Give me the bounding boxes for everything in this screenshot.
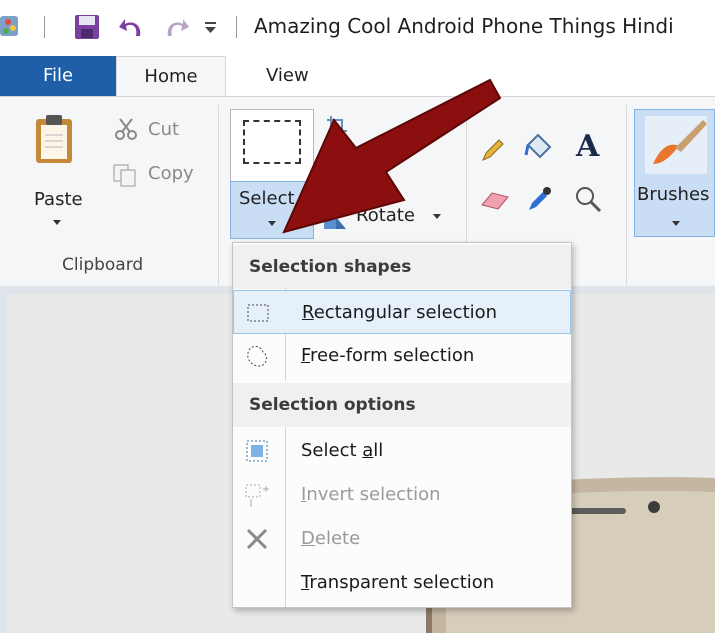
selection-options-header: Selection options (233, 383, 571, 427)
paint-app-icon[interactable] (0, 12, 24, 40)
cut-button[interactable]: Cut (148, 119, 179, 140)
paste-dropdown-icon[interactable] (52, 219, 62, 227)
save-icon[interactable] (74, 14, 100, 40)
menu-item-rectangular-selection[interactable]: Rectangular selection (233, 290, 571, 334)
fill-bucket-icon[interactable] (522, 133, 552, 163)
tab-file[interactable]: File (0, 56, 116, 96)
cut-icon[interactable] (114, 117, 138, 141)
group-separator (218, 105, 219, 285)
freeform-selection-label: Free-form selection (301, 345, 475, 366)
brushes-button[interactable]: Brushes (634, 109, 715, 237)
freeform-selection-icon (247, 345, 267, 367)
title-bar: Amazing Cool Android Phone Things Hindi (0, 0, 715, 56)
invert-selection-icon (245, 484, 269, 507)
delete-label: Delete (301, 528, 361, 549)
brush-icon (645, 116, 707, 174)
paste-button[interactable]: Paste (34, 189, 83, 210)
select-dropdown-menu: Selection shapes Rectangular selection F… (232, 242, 572, 608)
transparent-selection-label: Transparent selection (301, 572, 495, 593)
menu-item-invert-selection[interactable]: Invert selection (233, 473, 571, 517)
menu-item-select-all[interactable]: Select all (233, 429, 571, 473)
window-title: Amazing Cool Android Phone Things Hindi (254, 14, 674, 38)
tab-home[interactable]: Home (116, 56, 226, 96)
qat-separator (44, 16, 45, 38)
annotation-arrow (282, 78, 502, 234)
rectangular-selection-icon (247, 304, 269, 322)
brushes-label: Brushes (637, 184, 710, 205)
selection-shapes-header: Selection shapes (233, 245, 571, 289)
brushes-dropdown-icon (672, 221, 680, 226)
copy-button[interactable]: Copy (148, 163, 194, 184)
qat-separator (236, 16, 237, 38)
menu-item-delete[interactable]: Delete (233, 517, 571, 561)
customize-qat-icon[interactable] (204, 20, 218, 36)
invert-selection-label: Invert selection (301, 484, 441, 505)
rectangular-selection-label: Rectangular selection (302, 302, 498, 323)
menu-item-transparent-selection[interactable]: Transparent selection (233, 561, 571, 605)
magnifier-icon[interactable] (574, 185, 602, 213)
redo-icon[interactable] (160, 14, 190, 40)
color-picker-icon[interactable] (526, 185, 552, 213)
text-tool-icon[interactable]: A (576, 129, 599, 164)
select-all-icon (246, 440, 268, 462)
clipboard-group-label: Clipboard (62, 255, 144, 275)
group-separator (626, 105, 627, 285)
paste-icon[interactable] (34, 113, 74, 165)
copy-icon[interactable] (112, 163, 138, 187)
select-all-label: Select all (301, 440, 384, 461)
delete-icon (246, 528, 268, 550)
menu-item-freeform-selection[interactable]: Free-form selection (233, 334, 571, 378)
undo-icon[interactable] (118, 14, 148, 40)
